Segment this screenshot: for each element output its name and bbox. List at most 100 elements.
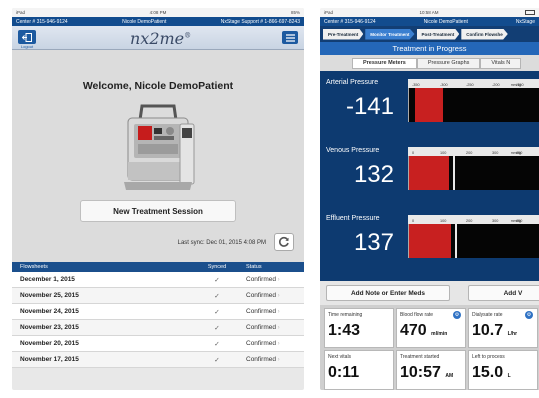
stat-value: 470 ml/min (400, 322, 447, 340)
meter-bar-fill (409, 224, 451, 258)
meter-bar (408, 88, 539, 122)
device-label: iPad (324, 10, 334, 15)
step-pre-treatment[interactable]: Pre-Treatment (323, 28, 364, 40)
menu-icon (285, 33, 295, 42)
support-phone: NxStage Support # 1-866-697-8243 (220, 18, 300, 25)
sync-button[interactable] (274, 233, 294, 251)
chevron-right-icon: › (275, 357, 280, 363)
treatment-status-title: Treatment in Progress (320, 42, 539, 55)
row-date: November 25, 2015 (20, 292, 79, 299)
scale-tick-label: 300 (492, 219, 499, 223)
row-synced-check: ✓ (214, 340, 220, 348)
stat-unit: AM (445, 373, 454, 379)
scale-tick-label: 200 (466, 219, 473, 223)
meter-bar (408, 156, 539, 190)
row-synced-check: ✓ (214, 292, 220, 300)
meter-scale: 0 100 200 300 400 mmHg (408, 147, 539, 156)
stat-card: Time remaining 1:43 (324, 308, 394, 348)
row-synced-check: ✓ (214, 356, 220, 364)
step-confirm-flowshe[interactable]: Confirm Flowshe (461, 28, 508, 40)
stat-value-text: 15.0 (472, 364, 504, 381)
add-vitals-button[interactable]: Add V (468, 285, 539, 301)
scale-unit: mmHg (510, 151, 521, 155)
treatment-steps: Pre-Treatment Monitor Treatment Post-Treat… (320, 26, 539, 42)
row-status-text: Confirmed (246, 356, 276, 363)
stat-card: Treatment started 10:57 AM (396, 350, 466, 390)
pressure-meter: Venous Pressure 132 0 100 200 300 400 mmHg (320, 143, 539, 207)
row-date: November 24, 2015 (20, 308, 79, 315)
meter-label: Arterial Pressure (326, 79, 379, 86)
clock: 10:58 AM (419, 10, 439, 15)
scale-tick-label: 0 (412, 219, 415, 223)
logo-text: nx2me (130, 29, 185, 48)
table-row[interactable]: November 24, 2015 ✓ Confirmed › (12, 304, 304, 320)
row-status-text: Confirmed (246, 292, 276, 299)
dialysis-machine-image (124, 104, 195, 190)
stat-label: Dialysate rate (472, 312, 503, 318)
table-row[interactable]: November 23, 2015 ✓ Confirmed › (12, 320, 304, 336)
battery-level: 85% (290, 10, 300, 15)
stat-value-text: 10:57 (400, 364, 441, 381)
refresh-icon (278, 236, 289, 247)
tab-vitals-n[interactable]: Vitals N (480, 57, 522, 69)
stat-value-text: 0:11 (328, 364, 360, 381)
scale-tick-label: 300 (492, 151, 499, 155)
logo-registered: ® (184, 31, 192, 40)
scale-tick-label: 100 (440, 219, 447, 223)
row-status-text: Confirmed (246, 276, 276, 283)
stat-value-text: 10.7 (472, 322, 504, 339)
row-date: December 1, 2015 (20, 276, 75, 283)
stat-card: Blood flow rate 470 ml/min ⚙ (396, 308, 466, 348)
menu-button[interactable] (282, 31, 298, 44)
scale-tick-label: 200 (466, 151, 473, 155)
meter-value: -141 (345, 93, 394, 120)
stat-value: 10.7 L/hr (472, 322, 517, 340)
settings-icon[interactable]: ⚙ (453, 311, 461, 319)
row-date: November 23, 2015 (20, 324, 79, 331)
tab-pressure-meters[interactable]: Pressure Meters (352, 57, 417, 69)
welcome-heading: Welcome, Nicole DemoPatient (82, 80, 234, 92)
meter-scale: 0 100 200 300 400 mmHg (408, 215, 539, 224)
stat-label: Time remaining (328, 312, 363, 318)
settings-icon[interactable]: ⚙ (525, 311, 533, 319)
table-row[interactable]: November 25, 2015 ✓ Confirmed › (12, 288, 304, 304)
treatment-screen: iPad 10:58 AM Center # 315-946-9124 Nico… (320, 8, 539, 390)
row-status: Confirmed › (242, 356, 294, 363)
stat-card: Next vitals 0:11 (324, 350, 394, 390)
row-synced-check: ✓ (214, 324, 220, 332)
logout-button[interactable] (18, 30, 36, 44)
stat-card: Left to process 15.0 L (468, 350, 538, 390)
chevron-right-icon: › (275, 341, 280, 347)
clock: 4:08 PM (149, 10, 167, 15)
tab-pressure-graphs[interactable]: Pressure Graphs (416, 57, 481, 69)
stat-value-text: 470 (400, 322, 427, 339)
view-tabs: Pressure Meters Pressure Graphs Vitals N (320, 55, 539, 71)
table-row[interactable]: November 17, 2015 ✓ Confirmed › (12, 352, 304, 368)
last-sync-label: Last sync: Dec 01, 2015 4:08 PM (177, 240, 266, 246)
info-bar: Center # 315-946-9124 Nicole DemoPatient… (12, 17, 304, 26)
table-row[interactable]: November 20, 2015 ✓ Confirmed › (12, 336, 304, 352)
scale-tick-label: 100 (440, 151, 447, 155)
stat-value: 10:57 AM (400, 364, 453, 382)
scale-tick-label: -200 (492, 83, 500, 87)
logout-icon (22, 32, 32, 42)
stat-label: Treatment started (400, 354, 440, 360)
stat-unit: L (507, 373, 511, 379)
status-bar: iPad 10:58 AM (320, 8, 539, 17)
table-row[interactable]: December 1, 2015 ✓ Confirmed › (12, 272, 304, 288)
chevron-right-icon: › (275, 293, 280, 299)
flowsheets-table: Flowsheets Synced Status December 1, 201… (12, 262, 304, 368)
scale-tick-label: 0 (412, 151, 415, 155)
row-status-text: Confirmed (246, 324, 276, 331)
new-treatment-session-button[interactable]: New Treatment Session (80, 200, 236, 222)
stat-value-text: 1:43 (328, 322, 361, 339)
stat-label: Left to process (472, 354, 505, 360)
meter-value: 137 (353, 229, 394, 256)
treatment-stats: Time remaining 1:43 Blood flow rate 470 ml/… (320, 305, 539, 390)
step-post-treatment[interactable]: Post-Treatment (416, 28, 460, 40)
header-status: Status (246, 264, 262, 270)
add-note-button[interactable]: Add Note or Enter Meds (326, 285, 450, 301)
step-monitor-treatment[interactable]: Monitor Treatment (365, 28, 415, 40)
info-bar: Center # 315-946-9124 Nicole DemoPatient… (320, 17, 539, 26)
stat-unit: L/hr (507, 331, 518, 337)
